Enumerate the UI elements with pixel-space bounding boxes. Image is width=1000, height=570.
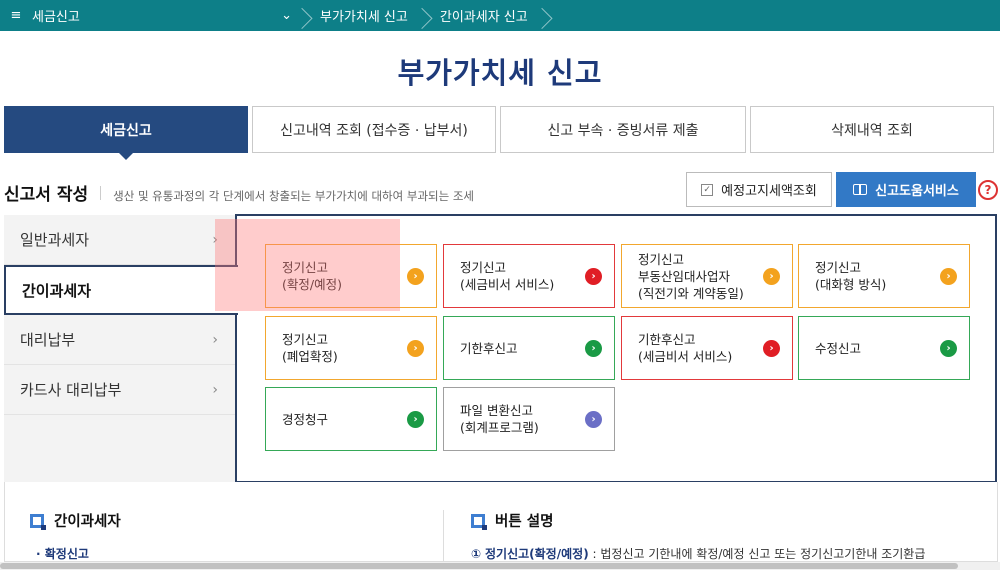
regular-filing-interactive-card[interactable]: 정기신고 (대화형 방식) › bbox=[798, 244, 970, 308]
regular-filing-secretary-card[interactable]: 정기신고 (세금비서 서비스) › bbox=[443, 244, 615, 308]
button-description-line: ① 정기신고(확정/예정) : 법정신고 기한내에 확정/예정 신고 또는 정기… bbox=[471, 545, 925, 562]
section-heading: 신고서 작성 bbox=[4, 185, 89, 205]
check-icon: ✓ bbox=[701, 183, 714, 196]
chevron-right-icon: › bbox=[212, 231, 218, 248]
card-label: 정기신고 (대화형 방식) bbox=[815, 260, 887, 292]
main-tabs: 세금신고 신고내역 조회 (접수증 · 납부서) 신고 부속 · 증빙서류 제출… bbox=[4, 106, 998, 160]
info-right: 버튼 설명 ① 정기신고(확정/예정) : 법정신고 기한내에 확정/예정 신고… bbox=[471, 510, 925, 562]
info-left: 간이과세자 · 확정신고 bbox=[30, 510, 121, 562]
breadcrumb-item-vat[interactable]: 부가가치세 신고 bbox=[316, 0, 422, 31]
info-title-label: 버튼 설명 bbox=[495, 514, 554, 530]
card-label: 수정신고 bbox=[815, 340, 862, 356]
card-label: 정기신고 부동산임대사업자 (직전기와 계약동일) bbox=[638, 251, 744, 301]
arrow-right-icon: › bbox=[585, 339, 602, 357]
breadcrumb-separator bbox=[542, 0, 556, 31]
sidebar-item-label: 일반과세자 bbox=[20, 231, 90, 249]
arrow-right-icon: › bbox=[407, 339, 424, 357]
section-description: 생산 및 유통과정의 각 단계에서 창출되는 부가가치에 대하여 부과되는 조세 bbox=[113, 189, 475, 203]
filing-help-service-label: 신고도움서비스 bbox=[875, 184, 959, 199]
breadcrumb-home[interactable]: 세금신고 ⌄ bbox=[32, 6, 302, 25]
arrow-right-icon: › bbox=[940, 339, 957, 357]
chevron-right-icon: › bbox=[212, 381, 218, 398]
card-label: 경정청구 bbox=[282, 411, 329, 427]
info-title: 간이과세자 bbox=[30, 510, 121, 531]
chevron-down-icon[interactable]: ⌄ bbox=[281, 8, 292, 23]
menu-icon[interactable]: ≡ bbox=[8, 8, 24, 23]
filing-help-service-button[interactable]: 신고도움서비스 bbox=[836, 172, 976, 207]
breadcrumb-item-simplified[interactable]: 간이과세자 신고 bbox=[436, 0, 542, 31]
arrow-right-icon: › bbox=[763, 339, 780, 357]
breadcrumb-bar: ≡ 세금신고 ⌄ 부가가치세 신고 간이과세자 신고 bbox=[0, 0, 1000, 31]
card-label: 정기신고 (폐업확정) bbox=[282, 332, 338, 364]
info-title-label: 간이과세자 bbox=[54, 514, 121, 530]
horizontal-scrollbar[interactable] bbox=[0, 562, 1000, 570]
scrollbar-thumb[interactable] bbox=[0, 563, 958, 569]
page-title: 부가가치세 신고 bbox=[397, 56, 603, 90]
correction-claim-card[interactable]: 경정청구 › bbox=[265, 387, 437, 451]
arrow-right-icon: › bbox=[585, 267, 602, 285]
estimate-tax-lookup-label: 예정고지세액조회 bbox=[721, 184, 817, 199]
late-filing-secretary-card[interactable]: 기한후신고 (세금비서 서비스) › bbox=[621, 316, 793, 380]
info-title: 버튼 설명 bbox=[471, 510, 925, 531]
sidebar-item-proxy-payment[interactable]: 대리납부 › bbox=[4, 315, 236, 365]
file-conversion-filing-card[interactable]: 파일 변환신고 (회계프로그램) › bbox=[443, 387, 615, 451]
sidebar-item-label: 카드사 대리납부 bbox=[20, 381, 122, 399]
arrow-right-icon: › bbox=[407, 267, 424, 285]
tab-filing-history[interactable]: 신고내역 조회 (접수증 · 납부서) bbox=[252, 106, 496, 153]
sidebar-item-label: 대리납부 bbox=[20, 331, 76, 349]
breadcrumb-home-label: 세금신고 bbox=[32, 10, 80, 25]
sidebar-item-general-taxpayer[interactable]: 일반과세자 › bbox=[4, 215, 236, 265]
regular-filing-closure-card[interactable]: 정기신고 (폐업확정) › bbox=[265, 316, 437, 380]
item-number: ① bbox=[471, 547, 482, 561]
square-bullet-icon bbox=[30, 513, 46, 530]
regular-filing-final-card[interactable]: 정기신고 (확정/예정) › bbox=[265, 244, 437, 308]
section-header: 신고서 작성 생산 및 유통과정의 각 단계에서 창출되는 부가가치에 대하여 … bbox=[4, 180, 474, 205]
breadcrumb-item-label: 부가가치세 신고 bbox=[320, 10, 408, 25]
taxpayer-type-nav: 일반과세자 › 간이과세자 대리납부 › 카드사 대리납부 › bbox=[4, 215, 238, 482]
card-label: 정기신고 (세금비서 서비스) bbox=[460, 260, 555, 292]
book-icon bbox=[853, 184, 868, 195]
square-bullet-icon bbox=[471, 513, 487, 530]
card-label: 정기신고 (확정/예정) bbox=[282, 260, 342, 292]
tab-tax-filing[interactable]: 세금신고 bbox=[4, 106, 248, 160]
arrow-right-icon: › bbox=[763, 267, 780, 285]
divider bbox=[100, 186, 102, 200]
divider bbox=[443, 510, 444, 562]
sidebar-item-label: 간이과세자 bbox=[22, 281, 92, 300]
late-filing-card[interactable]: 기한후신고 › bbox=[443, 316, 615, 380]
help-icon[interactable]: ? bbox=[978, 180, 998, 200]
info-subtitle: · 확정신고 bbox=[36, 547, 89, 561]
tab-deleted-history[interactable]: 삭제내역 조회 bbox=[750, 106, 994, 153]
filing-options-panel: 정기신고 (확정/예정) › 정기신고 (세금비서 서비스) › 정기신고 부동… bbox=[235, 214, 997, 483]
arrow-right-icon: › bbox=[407, 410, 424, 428]
sidebar-item-simplified-taxpayer[interactable]: 간이과세자 bbox=[4, 265, 238, 315]
item-key: 정기신고(확정/예정) bbox=[485, 547, 589, 561]
regular-filing-real-estate-card[interactable]: 정기신고 부동산임대사업자 (직전기와 계약동일) › bbox=[621, 244, 793, 308]
sidebar-item-card-proxy-payment[interactable]: 카드사 대리납부 › bbox=[4, 365, 236, 415]
tab-attachments[interactable]: 신고 부속 · 증빙서류 제출 bbox=[500, 106, 746, 153]
amended-filing-card[interactable]: 수정신고 › bbox=[798, 316, 970, 380]
arrow-right-icon: › bbox=[940, 267, 957, 285]
breadcrumb-item-label: 간이과세자 신고 bbox=[439, 10, 528, 25]
card-label: 기한후신고 (세금비서 서비스) bbox=[638, 332, 733, 364]
arrow-right-icon: › bbox=[585, 410, 602, 428]
item-text: : 법정신고 기한내에 확정/예정 신고 또는 정기신고기한내 조기환급 bbox=[588, 547, 926, 561]
breadcrumb-separator bbox=[422, 0, 436, 31]
estimate-tax-lookup-button[interactable]: ✓ 예정고지세액조회 bbox=[686, 172, 832, 207]
chevron-right-icon: › bbox=[212, 331, 218, 348]
card-label: 파일 변환신고 (회계프로그램) bbox=[460, 403, 539, 435]
card-label: 기한후신고 bbox=[460, 340, 518, 356]
breadcrumb-separator bbox=[302, 0, 316, 31]
